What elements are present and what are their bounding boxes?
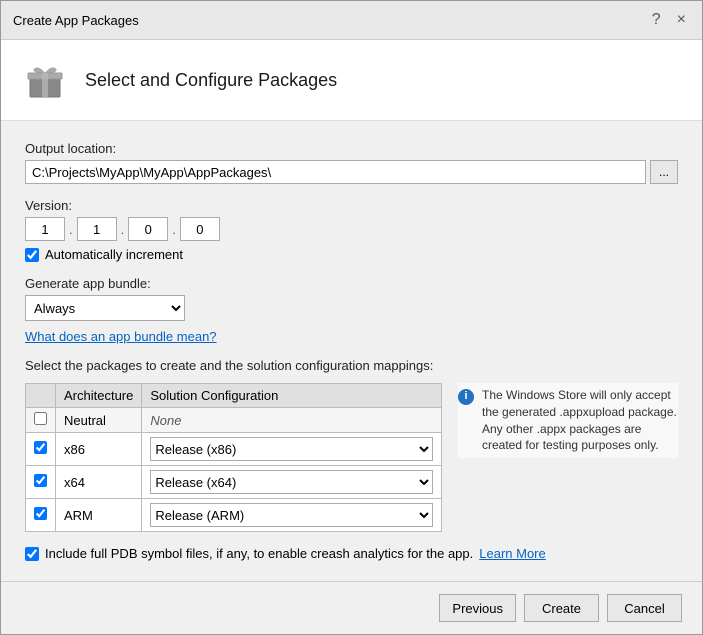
col-header-architecture: Architecture — [56, 384, 142, 408]
header-title: Select and Configure Packages — [85, 70, 337, 91]
table-row: Neutral None — [26, 408, 442, 433]
packages-section: Select the packages to create and the so… — [25, 358, 678, 532]
title-bar-controls: ? × — [648, 9, 690, 31]
create-button[interactable]: Create — [524, 594, 599, 622]
packages-table-container: Architecture Solution Configuration Neut… — [25, 383, 442, 532]
symbol-row: Include full PDB symbol files, if any, t… — [25, 546, 678, 561]
neutral-config-cell: None — [142, 408, 442, 433]
close-button[interactable]: × — [673, 9, 690, 31]
x64-checkbox[interactable] — [34, 474, 47, 487]
packages-section-label: Select the packages to create and the so… — [25, 358, 678, 373]
auto-increment-checkbox[interactable] — [25, 248, 39, 262]
info-box: i The Windows Store will only accept the… — [458, 383, 678, 458]
table-row: x64 Release (x64) Debug (x64) — [26, 466, 442, 499]
version-label: Version: — [25, 198, 678, 213]
header-section: Select and Configure Packages — [1, 40, 702, 121]
version-group: Version: . . . Automatically increment — [25, 198, 678, 262]
neutral-checkbox[interactable] — [34, 412, 47, 425]
table-row: x86 Release (x86) Debug (x86) — [26, 433, 442, 466]
x86-config-select[interactable]: Release (x86) Debug (x86) — [150, 437, 433, 461]
previous-button[interactable]: Previous — [439, 594, 516, 622]
dialog-content: Output location: ... Version: . . . Auto… — [1, 121, 702, 581]
bundle-section: Generate app bundle: Always As needed Ne… — [25, 276, 678, 344]
x64-checkbox-cell — [26, 466, 56, 499]
x86-checkbox-cell — [26, 433, 56, 466]
footer: Previous Create Cancel — [1, 581, 702, 634]
arm-config-select[interactable]: Release (ARM) Debug (ARM) — [150, 503, 433, 527]
symbol-checkbox[interactable] — [25, 547, 39, 561]
col-header-solution-config: Solution Configuration — [142, 384, 442, 408]
app-bundle-link[interactable]: What does an app bundle mean? — [25, 329, 217, 344]
info-icon: i — [458, 389, 474, 405]
bundle-select-row: Always As needed Never — [25, 295, 678, 321]
title-bar: Create App Packages ? × — [1, 1, 702, 40]
version-row: . . . — [25, 217, 678, 241]
x64-config-cell: Release (x64) Debug (x64) — [142, 466, 442, 499]
packages-area: Architecture Solution Configuration Neut… — [25, 383, 678, 532]
x86-config-cell: Release (x86) Debug (x86) — [142, 433, 442, 466]
output-location-label: Output location: — [25, 141, 678, 156]
auto-increment-label[interactable]: Automatically increment — [45, 247, 183, 262]
browse-button[interactable]: ... — [650, 160, 678, 184]
arm-checkbox[interactable] — [34, 507, 47, 520]
version-sep-1: . — [69, 222, 73, 237]
x86-arch-cell: x86 — [56, 433, 142, 466]
symbol-label-text[interactable]: Include full PDB symbol files, if any, t… — [45, 546, 473, 561]
arm-arch-cell: ARM — [56, 499, 142, 532]
output-location-input[interactable] — [25, 160, 646, 184]
cancel-button[interactable]: Cancel — [607, 594, 682, 622]
version-v3-input[interactable] — [128, 217, 168, 241]
version-v2-input[interactable] — [77, 217, 117, 241]
col-header-checkbox — [26, 384, 56, 408]
output-location-group: Output location: ... — [25, 141, 678, 184]
version-v1-input[interactable] — [25, 217, 65, 241]
x64-config-select[interactable]: Release (x64) Debug (x64) — [150, 470, 433, 494]
learn-more-link[interactable]: Learn More — [479, 546, 545, 561]
version-v4-input[interactable] — [180, 217, 220, 241]
neutral-arch-cell: Neutral — [56, 408, 142, 433]
create-app-packages-dialog: Create App Packages ? × Select and Confi… — [0, 0, 703, 635]
neutral-checkbox-cell — [26, 408, 56, 433]
bundle-label: Generate app bundle: — [25, 276, 678, 291]
x64-arch-cell: x64 — [56, 466, 142, 499]
version-sep-3: . — [172, 222, 176, 237]
path-row: ... — [25, 160, 678, 184]
bundle-select[interactable]: Always As needed Never — [25, 295, 185, 321]
version-sep-2: . — [121, 222, 125, 237]
neutral-config-none: None — [150, 413, 181, 428]
arm-checkbox-cell — [26, 499, 56, 532]
info-text: The Windows Store will only accept the g… — [482, 387, 678, 454]
package-icon — [21, 56, 69, 104]
arm-config-cell: Release (ARM) Debug (ARM) — [142, 499, 442, 532]
auto-increment-row: Automatically increment — [25, 247, 678, 262]
dialog-title: Create App Packages — [13, 13, 139, 28]
help-button[interactable]: ? — [648, 9, 665, 31]
table-row: ARM Release (ARM) Debug (ARM) — [26, 499, 442, 532]
packages-table: Architecture Solution Configuration Neut… — [25, 383, 442, 532]
x86-checkbox[interactable] — [34, 441, 47, 454]
